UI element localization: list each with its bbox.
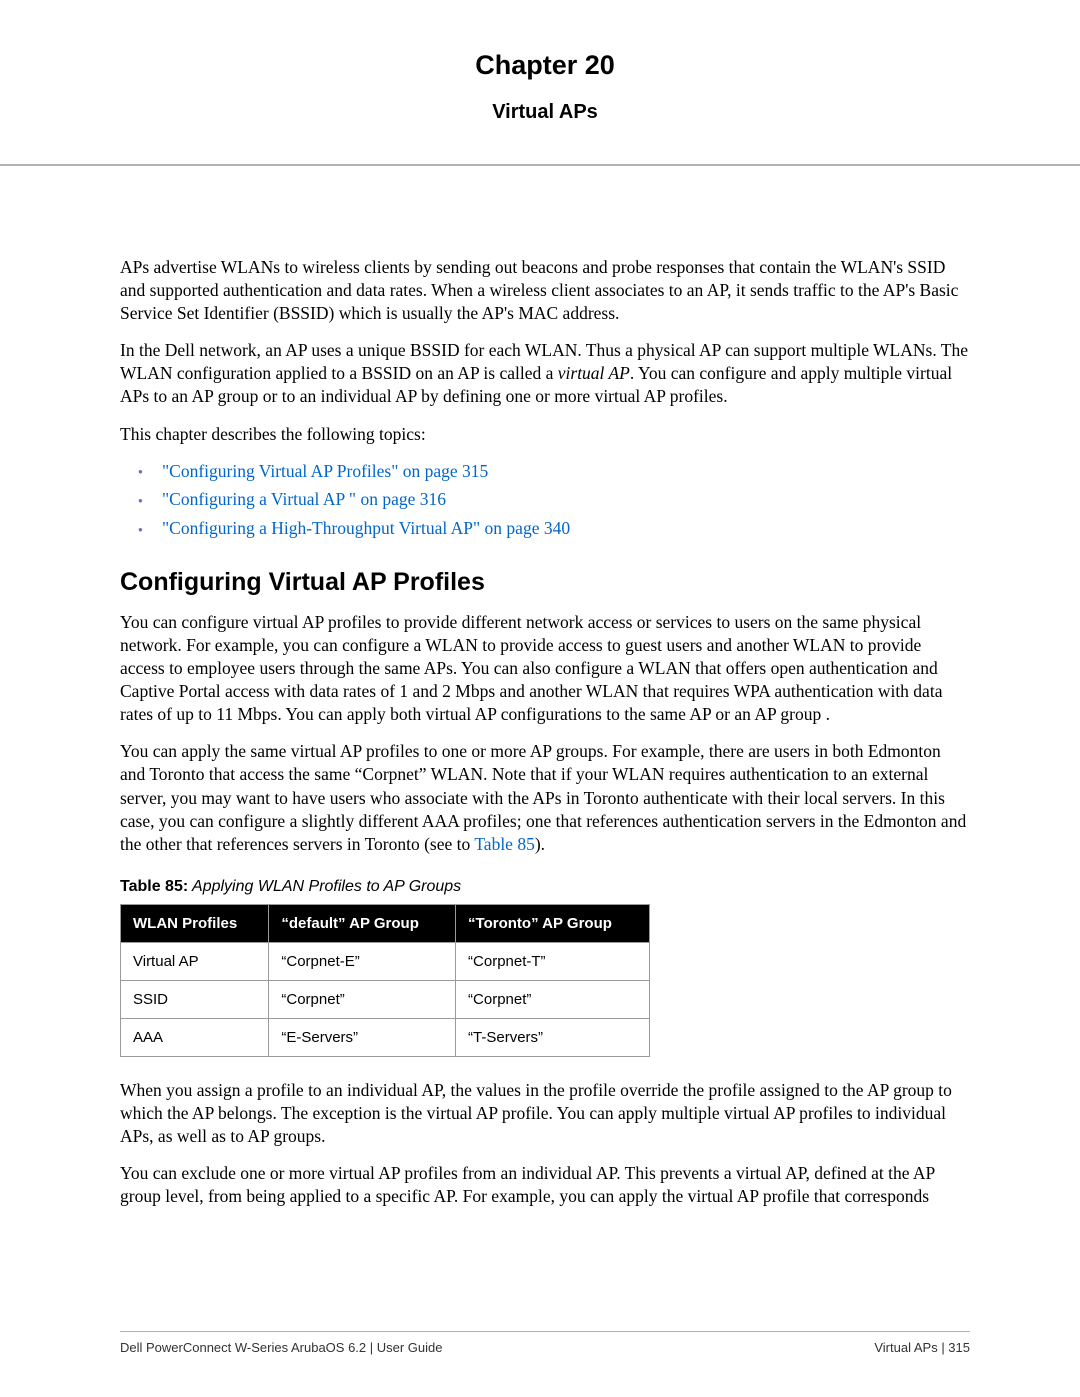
paragraph: In the Dell network, an AP uses a unique… — [120, 339, 970, 408]
caption-bold: Table 85: — [120, 878, 188, 895]
section-heading: Configuring Virtual AP Profiles — [120, 568, 970, 597]
cell: “Corpnet-E” — [269, 942, 456, 980]
chapter-title: Chapter 20 — [120, 50, 970, 81]
col-header: “Toronto” AP Group — [456, 904, 650, 942]
paragraph: This chapter describes the following top… — [120, 423, 970, 446]
cell: “T-Servers” — [456, 1018, 650, 1056]
page: Chapter 20 Virtual APs APs advertise WLA… — [0, 0, 1080, 1397]
text-run: ). — [535, 834, 545, 854]
table-caption: Table 85: Applying WLAN Profiles to AP G… — [120, 878, 970, 896]
table-header-row: WLAN Profiles “default” AP Group “Toront… — [121, 904, 650, 942]
table-row: SSID “Corpnet” “Corpnet” — [121, 980, 650, 1018]
paragraph: You can apply the same virtual AP profil… — [120, 740, 970, 855]
list-item: "Configuring Virtual AP Profiles" on pag… — [138, 460, 970, 483]
paragraph: When you assign a profile to an individu… — [120, 1079, 970, 1148]
caption-italic: Applying WLAN Profiles to AP Groups — [188, 878, 461, 895]
col-header: WLAN Profiles — [121, 904, 269, 942]
paragraph: APs advertise WLANs to wireless clients … — [120, 256, 970, 325]
list-item: "Configuring a Virtual AP " on page 316 — [138, 488, 970, 511]
paragraph: You can configure virtual AP profiles to… — [120, 611, 970, 726]
footer: Dell PowerConnect W-Series ArubaOS 6.2 |… — [120, 1331, 970, 1355]
subtitle: Virtual APs — [120, 101, 970, 124]
toc-link[interactable]: "Configuring a High-Throughput Virtual A… — [162, 518, 570, 538]
table-row: Virtual AP “Corpnet-E” “Corpnet-T” — [121, 942, 650, 980]
topic-list: "Configuring Virtual AP Profiles" on pag… — [138, 460, 970, 540]
table-row: AAA “E-Servers” “T-Servers” — [121, 1018, 650, 1056]
cell: Virtual AP — [121, 942, 269, 980]
footer-right: Virtual APs | 315 — [874, 1340, 970, 1355]
text-italic: virtual AP — [558, 363, 630, 383]
col-header: “default” AP Group — [269, 904, 456, 942]
cell: “E-Servers” — [269, 1018, 456, 1056]
toc-link[interactable]: "Configuring Virtual AP Profiles" on pag… — [162, 461, 488, 481]
cell: SSID — [121, 980, 269, 1018]
cell: “Corpnet” — [269, 980, 456, 1018]
footer-left: Dell PowerConnect W-Series ArubaOS 6.2 |… — [120, 1340, 443, 1355]
cell: “Corpnet” — [456, 980, 650, 1018]
table-ref-link[interactable]: Table 85 — [474, 834, 535, 854]
list-item: "Configuring a High-Throughput Virtual A… — [138, 517, 970, 540]
cell: AAA — [121, 1018, 269, 1056]
divider — [0, 164, 1080, 166]
cell: “Corpnet-T” — [456, 942, 650, 980]
wlan-profiles-table: WLAN Profiles “default” AP Group “Toront… — [120, 904, 650, 1057]
paragraph: You can exclude one or more virtual AP p… — [120, 1162, 970, 1208]
toc-link[interactable]: "Configuring a Virtual AP " on page 316 — [162, 489, 446, 509]
